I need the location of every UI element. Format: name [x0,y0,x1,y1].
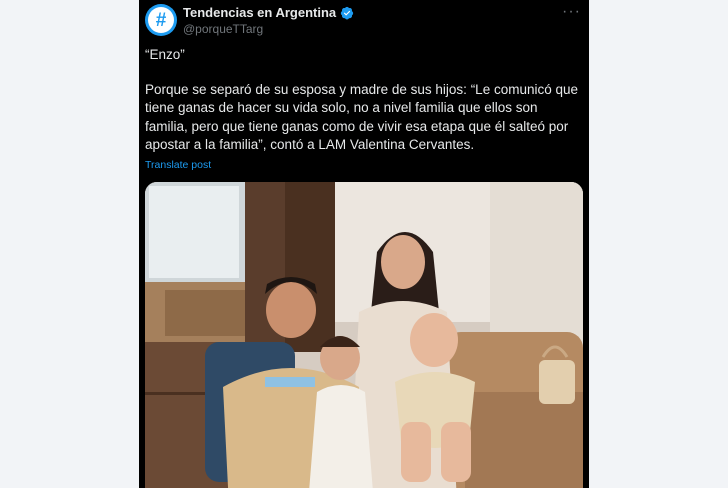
tweet-card: # Tendencias en Argentina @porqueTTarg ·… [139,0,589,488]
translate-post-link[interactable]: Translate post [145,159,211,171]
author-handle[interactable]: @porqueTTarg [183,22,263,36]
author-name-row: Tendencias en Argentina [183,5,354,20]
tweet-quote: “Enzo” [145,47,185,62]
hashtag-icon: # [148,7,174,33]
tweet-header: # Tendencias en Argentina @porqueTTarg ·… [145,4,581,38]
author-avatar[interactable]: # [145,4,177,36]
tweet-text: Porque se separó de su esposa y madre de… [145,81,579,153]
tweet-body: “Enzo” Porque se separó de su esposa y m… [145,46,581,155]
verified-badge-icon [341,6,354,19]
author-name[interactable]: Tendencias en Argentina [183,5,336,20]
family-photo-image [145,182,583,488]
more-options-icon[interactable]: ··· [562,4,581,20]
tweet-photo[interactable] [145,182,583,488]
